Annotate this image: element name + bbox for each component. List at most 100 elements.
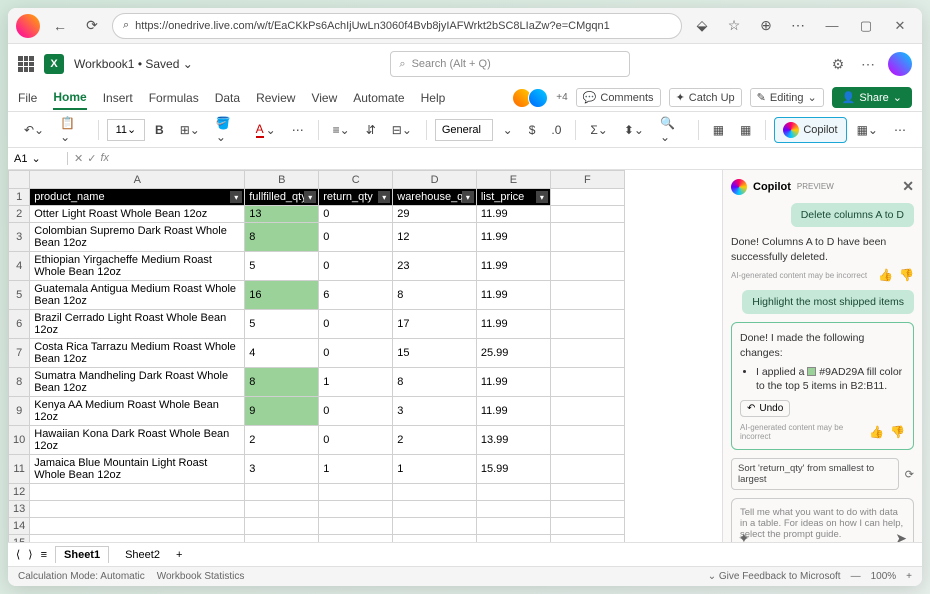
feedback-link[interactable]: ⌄ Give Feedback to Microsoft (708, 571, 841, 582)
table-header-cell[interactable]: list_price▾ (476, 189, 550, 206)
more-commands-button[interactable]: ⋯ (888, 119, 912, 141)
tab-insert[interactable]: Insert (103, 87, 133, 109)
addins-button[interactable]: ▦⌄ (851, 119, 884, 141)
search-input[interactable]: ⌕ Search (Alt + Q) (390, 51, 630, 77)
tab-review[interactable]: Review (256, 87, 295, 109)
more-icon[interactable]: ⋯ (858, 54, 878, 74)
fill-color-button[interactable]: 🪣⌄ (210, 112, 246, 148)
autosum-button[interactable]: Σ⌄ (584, 119, 613, 141)
empty-row[interactable]: 13 (9, 501, 625, 518)
workbook-name[interactable]: Workbook1 • Saved ⌄ (74, 57, 193, 71)
conditional-fmt-button[interactable]: ▦ (707, 119, 730, 141)
close-icon[interactable]: ✕ (902, 178, 914, 195)
send-icon[interactable]: ➤ (895, 530, 907, 542)
filter-icon[interactable]: ▾ (378, 191, 390, 203)
table-row[interactable]: 2Otter Light Roast Whole Bean 12oz130291… (9, 206, 625, 223)
suggestion-chip[interactable]: Sort 'return_qty' from smallest to large… (731, 458, 899, 490)
filter-icon[interactable]: ▾ (230, 191, 242, 203)
filter-icon[interactable]: ▾ (304, 191, 316, 203)
decimal-button[interactable]: .0 (545, 119, 567, 141)
comments-button[interactable]: 💬 Comments (576, 88, 661, 107)
thumbs-up-icon[interactable]: 👍 (869, 425, 884, 439)
cancel-icon[interactable]: ✕ (74, 152, 83, 165)
sparkle-icon[interactable]: ✦ (738, 530, 750, 542)
copilot-input[interactable]: Tell me what you want to do with data in… (731, 498, 914, 542)
column-header[interactable]: C (319, 171, 393, 189)
tab-view[interactable]: View (311, 87, 337, 109)
spreadsheet-grid[interactable]: ABCDEF1product_name▾fullfilled_qty▾retur… (8, 170, 722, 542)
column-header[interactable]: A (30, 171, 245, 189)
chevron-down-icon[interactable]: ⌄ (497, 119, 519, 141)
currency-button[interactable]: $ (523, 119, 542, 141)
table-row[interactable]: 8Sumatra Mandheling Dark Roast Whole Bea… (9, 368, 625, 397)
find-button[interactable]: 🔍⌄ (654, 112, 690, 148)
profile-avatar[interactable] (16, 14, 40, 38)
column-header[interactable]: B (245, 171, 319, 189)
back-button[interactable]: ← (48, 14, 72, 38)
table-header-cell[interactable]: return_qty▾ (319, 189, 393, 206)
tab-data[interactable]: Data (215, 87, 240, 109)
add-sheet-button[interactable]: + (176, 549, 182, 561)
more-icon[interactable]: ⋯ (786, 14, 810, 38)
more-font-button[interactable]: ⋯ (286, 119, 310, 141)
table-row[interactable]: 6Brazil Cerrado Light Roast Whole Bean 1… (9, 310, 625, 339)
zoom-in-button[interactable]: + (906, 571, 912, 582)
check-icon[interactable]: ✓ (87, 152, 96, 165)
empty-row[interactable]: 14 (9, 518, 625, 535)
sheet-tab-1[interactable]: Sheet1 (55, 546, 109, 563)
read-aloud-icon[interactable]: ⬙ (690, 14, 714, 38)
tab-file[interactable]: File (18, 87, 37, 109)
presence-overflow[interactable]: +4 (556, 92, 567, 103)
table-row[interactable]: 7Costa Rica Tarrazu Medium Roast Whole B… (9, 339, 625, 368)
tab-automate[interactable]: Automate (353, 87, 404, 109)
bold-button[interactable]: B (149, 119, 170, 141)
empty-row[interactable]: 12 (9, 484, 625, 501)
minimize-button[interactable]: — (818, 12, 846, 40)
all-sheets-button[interactable]: ≡ (41, 549, 47, 561)
wrap-button[interactable]: ⇵ (360, 119, 382, 141)
table-row[interactable]: 4Ethiopian Yirgacheffe Medium Roast Whol… (9, 252, 625, 281)
favorites-icon[interactable]: ☆ (722, 14, 746, 38)
close-button[interactable]: ✕ (886, 12, 914, 40)
table-header-cell[interactable]: warehouse_qty▾ (393, 189, 477, 206)
table-button[interactable]: ▦ (734, 119, 757, 141)
font-size-input[interactable]: 11 ⌄ (107, 119, 145, 141)
next-sheet-button[interactable]: ⟩ (28, 548, 32, 561)
empty-row[interactable]: 15 (9, 535, 625, 543)
thumbs-up-icon[interactable]: 👍 (878, 268, 893, 282)
sheet-tab-2[interactable]: Sheet2 (117, 547, 168, 563)
zoom-level[interactable]: 100% (871, 571, 897, 582)
refresh-button[interactable]: ⟳ (80, 14, 104, 38)
thumbs-down-icon[interactable]: 👎 (899, 268, 914, 282)
font-color-button[interactable]: A⌄ (250, 118, 282, 142)
catchup-button[interactable]: ✦ Catch Up (669, 88, 742, 107)
table-row[interactable]: 5Guatemala Antigua Medium Roast Whole Be… (9, 281, 625, 310)
address-bar[interactable]: ⌕ https://onedrive.live.com/w/t/EaCKkPs6… (112, 13, 682, 39)
settings-icon[interactable]: ⚙ (828, 54, 848, 74)
thumbs-down-icon[interactable]: 👎 (890, 425, 905, 439)
undo-button[interactable]: ↶ Undo (740, 400, 790, 417)
column-header[interactable]: F (550, 171, 624, 189)
undo-button[interactable]: ↶⌄ (18, 119, 50, 141)
presence-avatars[interactable] (516, 88, 548, 108)
table-header-cell[interactable]: fullfilled_qty▾ (245, 189, 319, 206)
filter-icon[interactable]: ▾ (462, 191, 474, 203)
share-button[interactable]: 👤 Share ⌄ (832, 87, 912, 108)
border-button[interactable]: ⊞⌄ (174, 119, 206, 141)
zoom-out-button[interactable]: — (851, 571, 861, 582)
tab-formulas[interactable]: Formulas (149, 87, 199, 109)
user-avatar[interactable] (888, 52, 912, 76)
workbook-stats[interactable]: Workbook Statistics (157, 571, 245, 582)
table-header-cell[interactable]: product_name▾ (30, 189, 245, 206)
merge-button[interactable]: ⊟⌄ (386, 119, 418, 141)
sort-button[interactable]: ⬍⌄ (618, 119, 650, 141)
maximize-button[interactable]: ▢ (852, 12, 880, 40)
table-row[interactable]: 10Hawaiian Kona Dark Roast Whole Bean 12… (9, 426, 625, 455)
collections-icon[interactable]: ⊕ (754, 14, 778, 38)
table-row[interactable]: 3Colombian Supremo Dark Roast Whole Bean… (9, 223, 625, 252)
tab-home[interactable]: Home (53, 86, 86, 110)
fx-icon[interactable]: fx (100, 152, 109, 165)
number-format-select[interactable]: General (435, 119, 493, 141)
column-header[interactable]: D (393, 171, 477, 189)
refresh-icon[interactable]: ⟳ (905, 468, 914, 481)
